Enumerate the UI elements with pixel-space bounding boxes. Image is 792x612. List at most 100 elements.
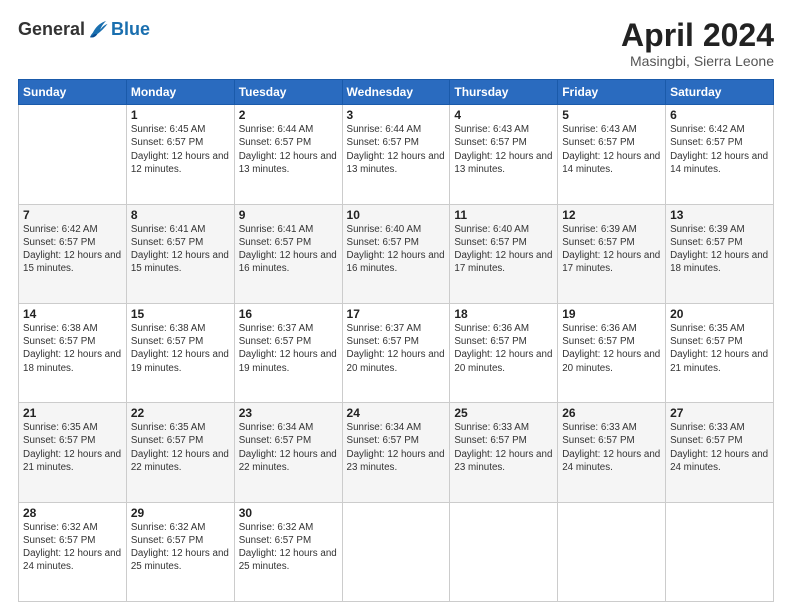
calendar-cell: 25 Sunrise: 6:33 AMSunset: 6:57 PMDaylig… <box>450 403 558 502</box>
calendar-cell: 8 Sunrise: 6:41 AMSunset: 6:57 PMDayligh… <box>126 204 234 303</box>
logo-text: General Blue <box>18 18 150 40</box>
week-row-1: 1 Sunrise: 6:45 AMSunset: 6:57 PMDayligh… <box>19 105 774 204</box>
calendar-cell: 10 Sunrise: 6:40 AMSunset: 6:57 PMDaylig… <box>342 204 450 303</box>
month-title: April 2024 <box>621 18 774 53</box>
day-number: 18 <box>454 307 553 321</box>
day-info: Sunrise: 6:37 AMSunset: 6:57 PMDaylight:… <box>347 322 446 375</box>
day-info: Sunrise: 6:44 AMSunset: 6:57 PMDaylight:… <box>239 123 338 176</box>
calendar-table: SundayMondayTuesdayWednesdayThursdayFrid… <box>18 79 774 602</box>
day-header-monday: Monday <box>126 80 234 105</box>
day-info: Sunrise: 6:45 AMSunset: 6:57 PMDaylight:… <box>131 123 230 176</box>
day-header-friday: Friday <box>558 80 666 105</box>
day-info: Sunrise: 6:34 AMSunset: 6:57 PMDaylight:… <box>347 421 446 474</box>
day-number: 9 <box>239 208 338 222</box>
week-row-4: 21 Sunrise: 6:35 AMSunset: 6:57 PMDaylig… <box>19 403 774 502</box>
day-info: Sunrise: 6:39 AMSunset: 6:57 PMDaylight:… <box>562 223 661 276</box>
calendar-cell: 27 Sunrise: 6:33 AMSunset: 6:57 PMDaylig… <box>666 403 774 502</box>
day-number: 4 <box>454 108 553 122</box>
day-number: 27 <box>670 406 769 420</box>
day-info: Sunrise: 6:38 AMSunset: 6:57 PMDaylight:… <box>131 322 230 375</box>
calendar-cell <box>342 502 450 601</box>
day-headers-row: SundayMondayTuesdayWednesdayThursdayFrid… <box>19 80 774 105</box>
day-info: Sunrise: 6:39 AMSunset: 6:57 PMDaylight:… <box>670 223 769 276</box>
day-info: Sunrise: 6:37 AMSunset: 6:57 PMDaylight:… <box>239 322 338 375</box>
calendar-cell: 17 Sunrise: 6:37 AMSunset: 6:57 PMDaylig… <box>342 303 450 402</box>
day-header-tuesday: Tuesday <box>234 80 342 105</box>
day-info: Sunrise: 6:42 AMSunset: 6:57 PMDaylight:… <box>23 223 122 276</box>
calendar-cell: 15 Sunrise: 6:38 AMSunset: 6:57 PMDaylig… <box>126 303 234 402</box>
day-number: 1 <box>131 108 230 122</box>
calendar-cell: 18 Sunrise: 6:36 AMSunset: 6:57 PMDaylig… <box>450 303 558 402</box>
week-row-2: 7 Sunrise: 6:42 AMSunset: 6:57 PMDayligh… <box>19 204 774 303</box>
day-info: Sunrise: 6:32 AMSunset: 6:57 PMDaylight:… <box>23 521 122 574</box>
day-number: 15 <box>131 307 230 321</box>
day-info: Sunrise: 6:44 AMSunset: 6:57 PMDaylight:… <box>347 123 446 176</box>
calendar-cell: 24 Sunrise: 6:34 AMSunset: 6:57 PMDaylig… <box>342 403 450 502</box>
logo: General Blue <box>18 18 150 40</box>
calendar-cell: 20 Sunrise: 6:35 AMSunset: 6:57 PMDaylig… <box>666 303 774 402</box>
day-info: Sunrise: 6:35 AMSunset: 6:57 PMDaylight:… <box>23 421 122 474</box>
logo-blue: Blue <box>111 19 150 40</box>
day-info: Sunrise: 6:41 AMSunset: 6:57 PMDaylight:… <box>131 223 230 276</box>
day-number: 3 <box>347 108 446 122</box>
day-number: 6 <box>670 108 769 122</box>
day-number: 19 <box>562 307 661 321</box>
day-number: 25 <box>454 406 553 420</box>
calendar-cell: 1 Sunrise: 6:45 AMSunset: 6:57 PMDayligh… <box>126 105 234 204</box>
day-number: 11 <box>454 208 553 222</box>
day-number: 22 <box>131 406 230 420</box>
day-info: Sunrise: 6:33 AMSunset: 6:57 PMDaylight:… <box>670 421 769 474</box>
calendar-cell: 26 Sunrise: 6:33 AMSunset: 6:57 PMDaylig… <box>558 403 666 502</box>
header: General Blue April 2024 Masingbi, Sierra… <box>18 18 774 69</box>
calendar-cell: 6 Sunrise: 6:42 AMSunset: 6:57 PMDayligh… <box>666 105 774 204</box>
calendar-cell <box>666 502 774 601</box>
calendar-cell <box>450 502 558 601</box>
calendar-cell: 12 Sunrise: 6:39 AMSunset: 6:57 PMDaylig… <box>558 204 666 303</box>
day-number: 14 <box>23 307 122 321</box>
calendar-cell: 14 Sunrise: 6:38 AMSunset: 6:57 PMDaylig… <box>19 303 127 402</box>
title-block: April 2024 Masingbi, Sierra Leone <box>621 18 774 69</box>
day-info: Sunrise: 6:35 AMSunset: 6:57 PMDaylight:… <box>670 322 769 375</box>
day-number: 7 <box>23 208 122 222</box>
day-info: Sunrise: 6:41 AMSunset: 6:57 PMDaylight:… <box>239 223 338 276</box>
day-number: 16 <box>239 307 338 321</box>
calendar-cell: 3 Sunrise: 6:44 AMSunset: 6:57 PMDayligh… <box>342 105 450 204</box>
calendar-cell <box>19 105 127 204</box>
calendar-cell: 11 Sunrise: 6:40 AMSunset: 6:57 PMDaylig… <box>450 204 558 303</box>
calendar-cell: 30 Sunrise: 6:32 AMSunset: 6:57 PMDaylig… <box>234 502 342 601</box>
day-info: Sunrise: 6:43 AMSunset: 6:57 PMDaylight:… <box>454 123 553 176</box>
calendar-cell: 4 Sunrise: 6:43 AMSunset: 6:57 PMDayligh… <box>450 105 558 204</box>
day-number: 30 <box>239 506 338 520</box>
subtitle: Masingbi, Sierra Leone <box>621 53 774 69</box>
day-number: 5 <box>562 108 661 122</box>
day-number: 28 <box>23 506 122 520</box>
day-info: Sunrise: 6:42 AMSunset: 6:57 PMDaylight:… <box>670 123 769 176</box>
calendar-cell: 19 Sunrise: 6:36 AMSunset: 6:57 PMDaylig… <box>558 303 666 402</box>
calendar-cell: 5 Sunrise: 6:43 AMSunset: 6:57 PMDayligh… <box>558 105 666 204</box>
day-number: 20 <box>670 307 769 321</box>
day-info: Sunrise: 6:36 AMSunset: 6:57 PMDaylight:… <box>454 322 553 375</box>
day-number: 12 <box>562 208 661 222</box>
calendar-body: 1 Sunrise: 6:45 AMSunset: 6:57 PMDayligh… <box>19 105 774 602</box>
calendar-cell: 9 Sunrise: 6:41 AMSunset: 6:57 PMDayligh… <box>234 204 342 303</box>
day-number: 21 <box>23 406 122 420</box>
calendar-cell: 13 Sunrise: 6:39 AMSunset: 6:57 PMDaylig… <box>666 204 774 303</box>
week-row-3: 14 Sunrise: 6:38 AMSunset: 6:57 PMDaylig… <box>19 303 774 402</box>
day-number: 13 <box>670 208 769 222</box>
day-header-thursday: Thursday <box>450 80 558 105</box>
day-info: Sunrise: 6:40 AMSunset: 6:57 PMDaylight:… <box>347 223 446 276</box>
calendar-header: SundayMondayTuesdayWednesdayThursdayFrid… <box>19 80 774 105</box>
calendar-cell: 21 Sunrise: 6:35 AMSunset: 6:57 PMDaylig… <box>19 403 127 502</box>
day-number: 26 <box>562 406 661 420</box>
day-number: 10 <box>347 208 446 222</box>
week-row-5: 28 Sunrise: 6:32 AMSunset: 6:57 PMDaylig… <box>19 502 774 601</box>
day-info: Sunrise: 6:36 AMSunset: 6:57 PMDaylight:… <box>562 322 661 375</box>
day-info: Sunrise: 6:32 AMSunset: 6:57 PMDaylight:… <box>131 521 230 574</box>
calendar-cell: 2 Sunrise: 6:44 AMSunset: 6:57 PMDayligh… <box>234 105 342 204</box>
day-info: Sunrise: 6:40 AMSunset: 6:57 PMDaylight:… <box>454 223 553 276</box>
calendar-cell: 23 Sunrise: 6:34 AMSunset: 6:57 PMDaylig… <box>234 403 342 502</box>
day-header-saturday: Saturday <box>666 80 774 105</box>
page: General Blue April 2024 Masingbi, Sierra… <box>0 0 792 612</box>
day-number: 24 <box>347 406 446 420</box>
logo-general: General <box>18 19 85 40</box>
